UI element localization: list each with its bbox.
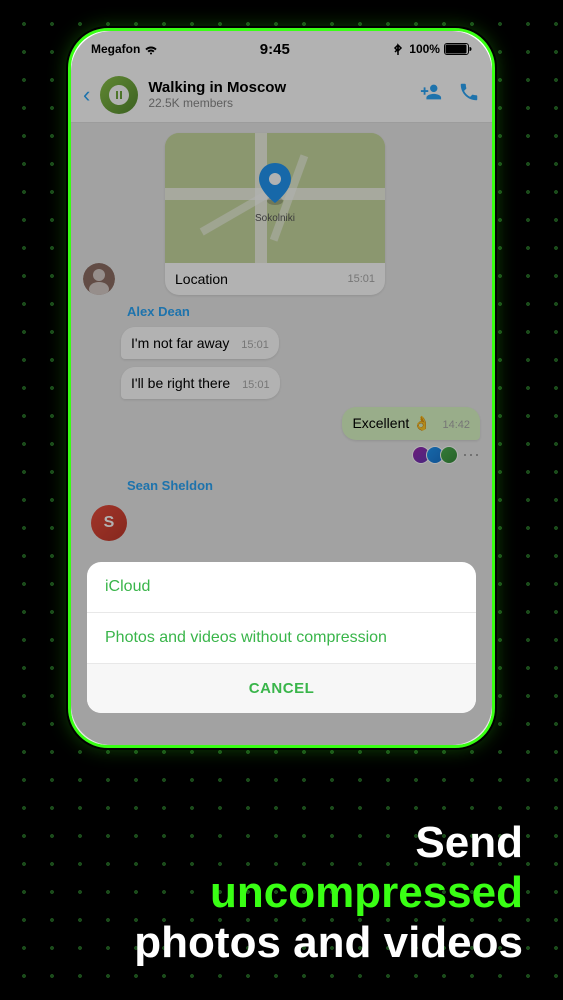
cancel-button[interactable]: CANCEL: [87, 664, 476, 713]
action-sheet: iCloud Photos and videos without compres…: [87, 562, 476, 713]
bottom-caption: Send uncompressed photos and videos: [0, 818, 563, 968]
caption-line1: Send: [40, 818, 523, 868]
phone-frame: Megafon 9:45 100% ‹: [68, 28, 495, 748]
chat-body: Sokolniki Location 15:01 Alex Dean I'm n…: [71, 123, 492, 748]
caption-line3: photos and videos: [40, 918, 523, 968]
action-sheet-overlay: iCloud Photos and videos without compres…: [71, 123, 492, 745]
caption-line2: uncompressed: [40, 868, 523, 918]
action-sheet-title: iCloud: [87, 562, 476, 613]
action-sheet-option1[interactable]: Photos and videos without compression: [87, 613, 476, 664]
